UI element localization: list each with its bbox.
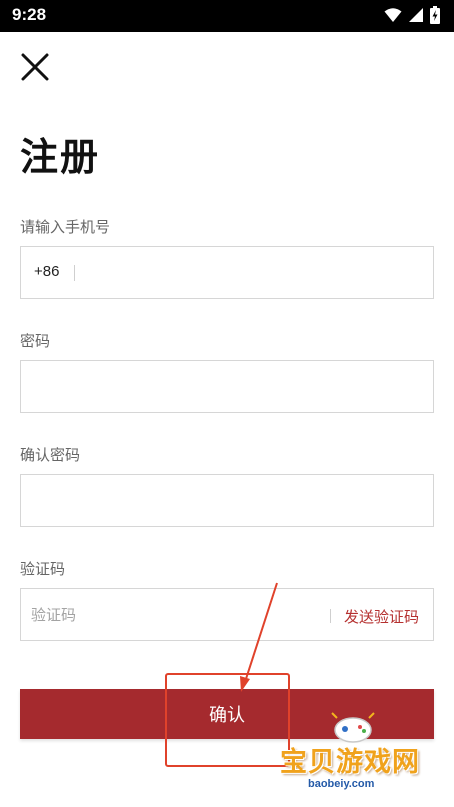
confirm-button[interactable]: 确认: [20, 689, 434, 739]
password-label: 密码: [20, 332, 51, 350]
phone-input[interactable]: [83, 247, 433, 298]
password-field: [20, 360, 434, 413]
verification-code-input[interactable]: [21, 589, 321, 640]
password-input[interactable]: [21, 361, 433, 412]
status-time: 9:28: [12, 5, 47, 24]
close-icon: [21, 53, 49, 81]
confirm-password-input[interactable]: [21, 475, 433, 526]
send-code-button[interactable]: 发送验证码: [344, 606, 419, 627]
confirm-password-label: 确认密码: [20, 446, 81, 464]
phone-field: +86: [20, 246, 434, 299]
divider: [74, 265, 75, 281]
verification-label: 验证码: [20, 560, 66, 578]
wifi-icon: [384, 8, 402, 22]
verification-field: 发送验证码: [20, 588, 434, 641]
signal-icon: [409, 8, 423, 22]
divider: [330, 609, 331, 623]
page-title: 注册: [20, 135, 101, 179]
status-icons: [384, 6, 440, 24]
watermark-url: baobeiy.com: [308, 778, 375, 790]
country-code-selector[interactable]: +86: [34, 263, 59, 280]
confirm-password-field: [20, 474, 434, 527]
close-button[interactable]: [18, 50, 52, 84]
battery-icon: [430, 6, 440, 24]
status-bar: 9:28: [0, 0, 454, 32]
watermark-text: 宝贝游戏网: [280, 747, 420, 778]
phone-label: 请输入手机号: [20, 218, 111, 236]
